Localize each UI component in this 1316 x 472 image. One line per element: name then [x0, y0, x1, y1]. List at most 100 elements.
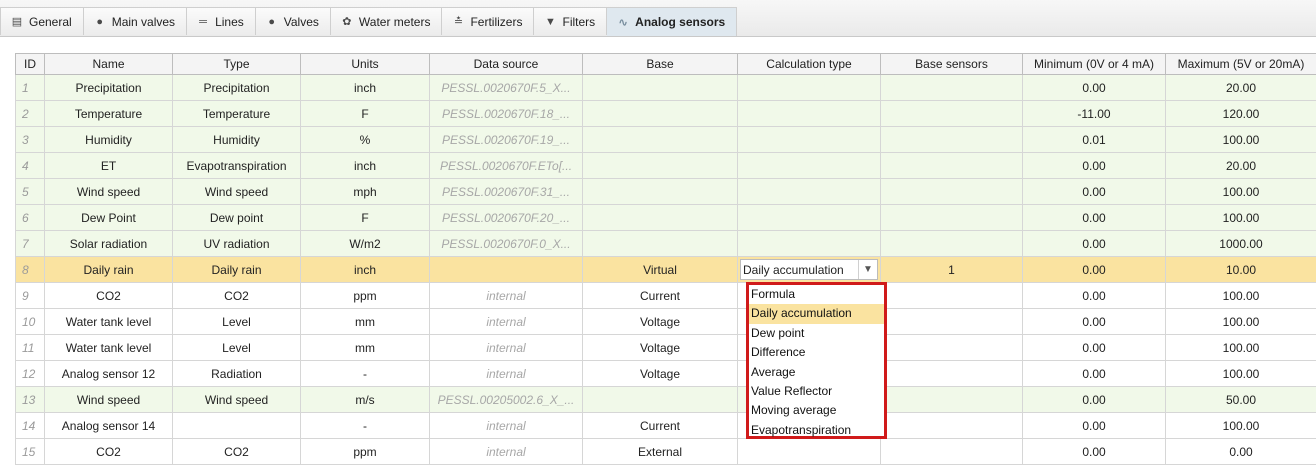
cell-units[interactable]: m/s [300, 386, 430, 413]
cell-data-source[interactable]: internal [429, 282, 583, 309]
cell-id[interactable]: 12 [15, 360, 45, 387]
cell-data-source[interactable]: PESSL.0020670F.20_... [429, 204, 583, 231]
cell-minimum[interactable]: 0.00 [1022, 230, 1166, 257]
cell-units[interactable]: - [300, 412, 430, 439]
cell-data-source[interactable]: PESSL.0020670F.5_X... [429, 74, 583, 101]
column-header[interactable]: Type [172, 53, 301, 75]
cell-base-sensors[interactable] [880, 334, 1023, 361]
cell-data-source[interactable]: PESSL.0020670F.18_... [429, 100, 583, 127]
table-row[interactable]: 2 Temperature Temperature F PESSL.0020670F.1… [15, 100, 1316, 127]
cell-name[interactable]: Water tank level [44, 334, 173, 361]
cell-data-source[interactable]: internal [429, 334, 583, 361]
cell-minimum[interactable]: 0.00 [1022, 412, 1166, 439]
dropdown-option[interactable]: Dew point [749, 324, 884, 343]
cell-name[interactable]: Water tank level [44, 308, 173, 335]
cell-base-sensors[interactable] [880, 308, 1023, 335]
cell-type[interactable]: Wind speed [172, 178, 301, 205]
cell-maximum[interactable]: 100.00 [1165, 126, 1316, 153]
column-header[interactable]: Calculation type [737, 53, 881, 75]
cell-units[interactable]: % [300, 126, 430, 153]
cell-base-sensors[interactable] [880, 438, 1023, 465]
cell-base[interactable]: Voltage [582, 334, 738, 361]
cell-base[interactable]: External [582, 438, 738, 465]
cell-maximum[interactable]: 100.00 [1165, 360, 1316, 387]
calculation-type-dropdown-list[interactable]: Formula Daily accumulation Dew point Differ… [746, 282, 887, 439]
cell-name[interactable]: Humidity [44, 126, 173, 153]
cell-maximum[interactable]: 10.00 [1165, 256, 1316, 283]
cell-minimum[interactable]: 0.00 [1022, 282, 1166, 309]
cell-calculation-type[interactable] [737, 178, 881, 205]
cell-id[interactable]: 3 [15, 126, 45, 153]
cell-base-sensors[interactable] [880, 360, 1023, 387]
cell-calculation-type[interactable] [737, 74, 881, 101]
tab-analog-sensors[interactable]: ∿ Analog sensors [607, 7, 738, 36]
cell-base-sensors[interactable]: 1 [880, 256, 1023, 283]
cell-base-sensors[interactable] [880, 412, 1023, 439]
cell-calculation-type[interactable] [737, 204, 881, 231]
cell-name[interactable]: Wind speed [44, 386, 173, 413]
cell-minimum[interactable]: 0.00 [1022, 74, 1166, 101]
cell-id[interactable]: 6 [15, 204, 45, 231]
cell-base[interactable] [582, 204, 738, 231]
cell-id[interactable]: 7 [15, 230, 45, 257]
cell-base[interactable] [582, 178, 738, 205]
cell-calculation-type[interactable] [737, 100, 881, 127]
cell-base-sensors[interactable] [880, 126, 1023, 153]
dropdown-option[interactable]: Difference [749, 343, 884, 362]
tab-general[interactable]: ▤ General [0, 7, 84, 35]
cell-maximum[interactable]: 120.00 [1165, 100, 1316, 127]
column-header[interactable]: Units [300, 53, 430, 75]
table-row[interactable]: 15 CO2 CO2 ppm internal External 0.00 0.00 [15, 438, 1316, 465]
table-row[interactable]: 11 Water tank level Level mm internal Voltage… [15, 334, 1316, 361]
cell-data-source[interactable]: internal [429, 412, 583, 439]
cell-units[interactable]: inch [300, 152, 430, 179]
cell-maximum[interactable]: 1000.00 [1165, 230, 1316, 257]
cell-name[interactable]: Dew Point [44, 204, 173, 231]
cell-calculation-type[interactable] [737, 438, 881, 465]
cell-name[interactable]: Temperature [44, 100, 173, 127]
cell-base-sensors[interactable] [880, 204, 1023, 231]
table-row[interactable]: 8 Daily rain Daily rain inch Virtual Daily ac… [15, 256, 1316, 283]
cell-id[interactable]: 14 [15, 412, 45, 439]
table-row[interactable]: 3 Humidity Humidity% PESSL.0020670F.19_... 0… [15, 126, 1316, 153]
tab-valves[interactable]: ● Valves [255, 7, 331, 35]
cell-type[interactable]: Temperature [172, 100, 301, 127]
cell-id[interactable]: 15 [15, 438, 45, 465]
cell-data-source[interactable]: PESSL.0020670F.19_... [429, 126, 583, 153]
cell-type[interactable]: Humidity [172, 126, 301, 153]
cell-base[interactable]: Virtual [582, 256, 738, 283]
cell-base[interactable] [582, 386, 738, 413]
cell-minimum[interactable]: 0.01 [1022, 126, 1166, 153]
cell-minimum[interactable]: 0.00 [1022, 360, 1166, 387]
cell-type[interactable]: Daily rain [172, 256, 301, 283]
cell-maximum[interactable]: 100.00 [1165, 334, 1316, 361]
column-header[interactable]: Base sensors [880, 53, 1023, 75]
cell-id[interactable]: 5 [15, 178, 45, 205]
cell-data-source[interactable]: PESSL.00205002.6_X_... [429, 386, 583, 413]
cell-minimum[interactable]: 0.00 [1022, 334, 1166, 361]
table-row[interactable]: 6 Dew Point Dew point F PESSL.0020670F.20_..… [15, 204, 1316, 231]
column-header[interactable]: ID [15, 53, 45, 75]
dropdown-option[interactable]: Evapotranspiration [749, 421, 884, 440]
cell-name[interactable]: Wind speed [44, 178, 173, 205]
cell-maximum[interactable]: 100.00 [1165, 178, 1316, 205]
cell-type[interactable]: Level [172, 308, 301, 335]
cell-maximum[interactable]: 50.00 [1165, 386, 1316, 413]
cell-minimum[interactable]: 0.00 [1022, 178, 1166, 205]
cell-base-sensors[interactable] [880, 74, 1023, 101]
cell-units[interactable]: inch [300, 74, 430, 101]
cell-data-source[interactable]: internal [429, 360, 583, 387]
cell-base[interactable] [582, 126, 738, 153]
cell-base[interactable] [582, 152, 738, 179]
cell-units[interactable]: mm [300, 334, 430, 361]
tab-filters[interactable]: ▼ Filters [534, 7, 608, 35]
chevron-down-icon[interactable]: ▼ [858, 260, 877, 279]
cell-units[interactable]: ppm [300, 438, 430, 465]
cell-type[interactable]: CO2 [172, 282, 301, 309]
cell-minimum[interactable]: 0.00 [1022, 152, 1166, 179]
cell-minimum[interactable]: 0.00 [1022, 256, 1166, 283]
cell-calculation-type[interactable]: Daily accumulation ▼ [737, 256, 881, 283]
table-row[interactable]: 9 CO2 CO2 ppm internal Current 0.00 100.00 [15, 282, 1316, 309]
column-header[interactable]: Base [582, 53, 738, 75]
dropdown-option[interactable]: Moving average [749, 401, 884, 420]
